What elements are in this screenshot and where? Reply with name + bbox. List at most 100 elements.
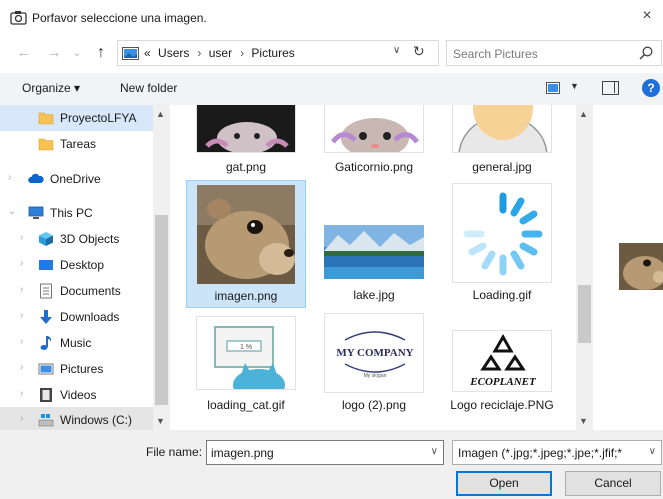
drive-icon xyxy=(38,414,54,427)
file-list-scrollbar[interactable]: ▲ ▼ xyxy=(576,105,593,430)
scroll-down-icon[interactable]: ▼ xyxy=(579,416,588,426)
file-item-loading[interactable]: Loading.gif xyxy=(442,180,562,308)
sidebar-item-label: Desktop xyxy=(60,258,105,272)
cube-icon xyxy=(39,232,53,246)
breadcrumb-separator[interactable]: › xyxy=(197,46,201,60)
open-button[interactable]: Open xyxy=(456,471,552,496)
scrollbar-thumb[interactable] xyxy=(578,285,591,343)
address-bar[interactable]: « Users › user › Pictures ∨ ↻ xyxy=(117,40,439,66)
forward-button[interactable]: → xyxy=(44,42,64,64)
desktop-icon xyxy=(39,260,53,270)
sidebar-item-downloads[interactable]: › Downloads xyxy=(0,304,154,330)
file-item-gat[interactable]: gat.png xyxy=(186,105,306,174)
cancel-button[interactable]: Cancel xyxy=(565,471,661,496)
file-item-imagen[interactable]: imagen.png xyxy=(186,180,306,308)
sidebar-item-documents[interactable]: › Documents xyxy=(0,278,154,304)
search-input[interactable] xyxy=(453,45,633,62)
file-name: loading_cat.gif xyxy=(207,398,285,412)
breadcrumb-pictures[interactable]: Pictures xyxy=(251,46,294,60)
preview-pane-icon[interactable] xyxy=(602,81,619,95)
up-button[interactable]: ↑ xyxy=(92,42,110,64)
organize-button[interactable]: Organize ▾ xyxy=(22,81,80,95)
file-type-value: Imagen (*.jpg;*.jpeg;*.jpe;*.jfif;* xyxy=(458,446,623,460)
sidebar-item-pictures[interactable]: › Pictures xyxy=(0,356,154,382)
loading-cat-percent: 1 % xyxy=(240,344,252,351)
expand-chevron-icon[interactable]: › xyxy=(8,172,11,183)
expand-chevron-icon[interactable]: › xyxy=(20,362,23,373)
file-name: gat.png xyxy=(225,160,267,174)
sidebar-item-label: Windows (C:) xyxy=(60,413,133,427)
help-button[interactable]: ? xyxy=(642,79,660,97)
sidebar-item-this-pc[interactable]: ⌄ This PC xyxy=(0,200,154,226)
file-item-lake[interactable]: lake.jpg xyxy=(314,180,434,308)
camera-icon xyxy=(10,11,27,25)
sidebar-item-label: Documents xyxy=(60,284,121,298)
sidebar-item-3d-objects[interactable]: › 3D Objects xyxy=(0,226,154,252)
expand-chevron-icon[interactable]: › xyxy=(20,310,23,321)
collapse-chevron-icon[interactable]: ⌄ xyxy=(8,206,16,217)
pictures-icon xyxy=(38,363,54,375)
breadcrumb-overflow[interactable]: « xyxy=(144,46,151,60)
file-name: Loading.gif xyxy=(472,288,532,302)
sidebar-item-label: This PC xyxy=(50,206,93,220)
sidebar-item-onedrive[interactable]: › OneDrive xyxy=(0,166,154,192)
breadcrumb-users[interactable]: Users xyxy=(158,46,189,60)
expand-chevron-icon[interactable]: › xyxy=(20,284,23,295)
sidebar-item-tareas[interactable]: Tareas xyxy=(0,131,154,157)
navigation-pane: ProyectoLFYA Tareas › OneDrive ⌄ This PC… xyxy=(0,105,170,430)
view-options-dropdown-icon[interactable]: ▼ xyxy=(570,81,579,91)
file-thumbnail xyxy=(197,185,295,284)
recycle-logo-text: ECOPLANET xyxy=(469,376,537,388)
sidebar-item-label: OneDrive xyxy=(50,172,101,186)
recent-locations-button[interactable]: ⌄ xyxy=(70,42,84,64)
back-button[interactable]: ← xyxy=(14,42,34,64)
folder-icon xyxy=(38,138,54,151)
music-icon xyxy=(40,336,52,350)
expand-chevron-icon[interactable]: › xyxy=(20,232,23,243)
file-list: gat.png Gaticornio.png general.jpg image… xyxy=(180,105,576,430)
file-name: logo (2).png xyxy=(341,398,407,412)
company-slogan-text: My slogan xyxy=(364,373,387,379)
file-item-logo-2[interactable]: MY COMPANY My slogan logo (2).png xyxy=(314,310,434,430)
file-type-select[interactable]: Imagen (*.jpg;*.jpeg;*.jpe;*.jfif;* ∨ xyxy=(452,440,662,465)
file-name-input[interactable] xyxy=(211,445,421,461)
expand-chevron-icon[interactable]: › xyxy=(20,258,23,269)
scroll-up-icon[interactable]: ▲ xyxy=(156,109,165,119)
expand-chevron-icon[interactable]: › xyxy=(20,336,23,347)
navigation-scrollbar[interactable]: ▲ ▼ xyxy=(153,105,170,430)
search-box[interactable] xyxy=(446,40,662,66)
address-dropdown-icon[interactable]: ∨ xyxy=(393,45,400,56)
sidebar-item-windows-c[interactable]: › Windows (C:) xyxy=(0,407,154,430)
file-item-loading-cat[interactable]: 1 % loading_cat.gif xyxy=(186,310,306,430)
sidebar-item-videos[interactable]: › Videos xyxy=(0,382,154,408)
change-view-icon[interactable] xyxy=(546,82,560,94)
chevron-down-icon[interactable]: ∨ xyxy=(649,446,656,457)
expand-chevron-icon[interactable]: › xyxy=(20,388,23,399)
breadcrumb-user[interactable]: user xyxy=(209,46,232,60)
close-button[interactable]: × xyxy=(637,6,657,26)
file-dialog-footer: File name: ∨ Imagen (*.jpg;*.jpeg;*.jpe;… xyxy=(0,430,663,499)
search-icon[interactable] xyxy=(639,46,653,60)
file-item-gaticornio[interactable]: Gaticornio.png xyxy=(314,105,434,174)
file-name: general.jpg xyxy=(472,160,532,174)
scrollbar-thumb[interactable] xyxy=(155,215,168,405)
file-item-logo-reciclaje[interactable]: ECOPLANET Logo reciclaje.PNG xyxy=(442,310,562,430)
sidebar-item-proyectolfya[interactable]: ProyectoLFYA xyxy=(0,105,154,131)
title-bar: Porfavor seleccione una imagen. × xyxy=(0,0,663,34)
file-thumbnail: MY COMPANY My slogan xyxy=(324,313,424,393)
video-icon xyxy=(40,388,52,402)
sidebar-item-desktop[interactable]: › Desktop xyxy=(0,252,154,278)
chevron-down-icon[interactable]: ∨ xyxy=(431,446,438,457)
navigation-bar: ← → ⌄ ↑ « Users › user › Pictures ∨ ↻ xyxy=(0,38,663,68)
file-name-combobox[interactable]: ∨ xyxy=(206,440,444,465)
new-folder-button[interactable]: New folder xyxy=(120,81,177,95)
sidebar-item-music[interactable]: › Music xyxy=(0,330,154,356)
refresh-button[interactable]: ↻ xyxy=(413,43,425,60)
expand-chevron-icon[interactable]: › xyxy=(20,413,23,424)
file-item-general[interactable]: general.jpg xyxy=(442,105,562,174)
breadcrumb-separator[interactable]: › xyxy=(240,46,244,60)
scroll-up-icon[interactable]: ▲ xyxy=(579,109,588,119)
file-name: imagen.png xyxy=(214,289,278,303)
file-thumbnail xyxy=(452,183,552,283)
scroll-down-icon[interactable]: ▼ xyxy=(156,416,165,426)
